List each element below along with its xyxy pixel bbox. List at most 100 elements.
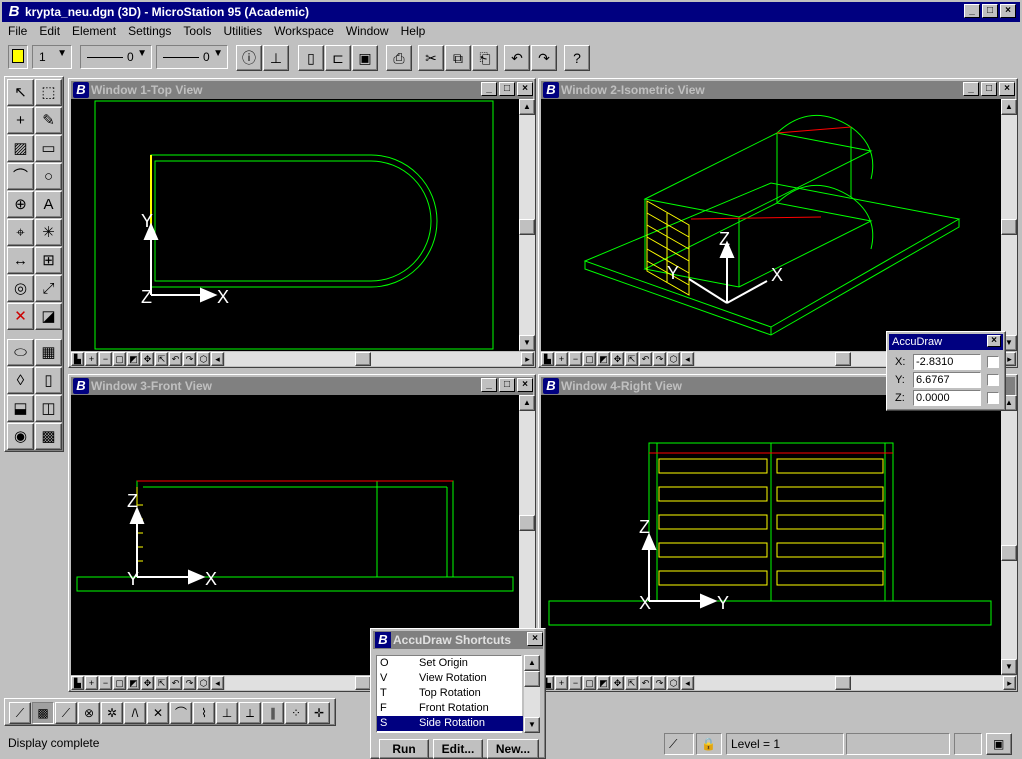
through-point-snap-icon[interactable]: ⁘: [285, 702, 307, 724]
zoom-out-icon[interactable]: −: [99, 676, 112, 690]
active-color-button[interactable]: [8, 45, 28, 69]
maximize-button[interactable]: □: [982, 4, 998, 18]
rotate-view-icon[interactable]: ✥: [611, 352, 624, 366]
revolve-icon[interactable]: ◉: [7, 423, 34, 450]
save-status-icon[interactable]: ▣: [986, 733, 1012, 755]
close-button[interactable]: ×: [527, 632, 543, 646]
parallel-snap-icon[interactable]: ∥: [262, 702, 284, 724]
intersection-snap-icon[interactable]: ✕: [147, 702, 169, 724]
dimension-box-icon[interactable]: ⊞: [35, 247, 62, 274]
nearest-snap-icon[interactable]: ▩: [32, 702, 54, 724]
snap-icon[interactable]: ✎: [35, 107, 62, 134]
delete-icon[interactable]: ✕: [7, 303, 34, 330]
menu-settings[interactable]: Settings: [122, 24, 177, 38]
shell-icon[interactable]: ▩: [35, 423, 62, 450]
new-file-icon[interactable]: ▯: [298, 45, 324, 71]
scroll-thumb[interactable]: [835, 676, 851, 690]
modify-icon[interactable]: ⌖: [7, 219, 34, 246]
list-scrollbar[interactable]: ▲ ▼: [524, 655, 540, 733]
menu-help[interactable]: Help: [395, 24, 432, 38]
level-status[interactable]: Level = 1: [726, 733, 844, 755]
line-style-select[interactable]: 0 ▼: [80, 45, 152, 69]
scroll-thumb[interactable]: [519, 219, 535, 235]
list-item[interactable]: T Top Rotation: [377, 686, 523, 701]
list-item[interactable]: V View Rotation: [377, 671, 523, 686]
view-next-icon[interactable]: ↷: [653, 676, 666, 690]
scroll-thumb[interactable]: [519, 515, 535, 531]
center-snap-icon[interactable]: ⊗: [78, 702, 100, 724]
level-select[interactable]: 1 ▼: [32, 45, 72, 69]
hatch-icon[interactable]: ▨: [7, 135, 34, 162]
zoom-out-icon[interactable]: −: [99, 352, 112, 366]
menu-workspace[interactable]: Workspace: [268, 24, 340, 38]
scroll-right-icon[interactable]: ▸: [1003, 676, 1016, 690]
zoom-in-icon[interactable]: +: [555, 352, 568, 366]
perpendicular-from-snap-icon[interactable]: ⟂: [239, 702, 261, 724]
view-title-bar[interactable]: B Window 3-Front View _ □ ×: [71, 377, 533, 395]
save-icon[interactable]: ▣: [352, 45, 378, 71]
minimize-button[interactable]: _: [481, 378, 497, 392]
scroll-right-icon[interactable]: ▸: [521, 352, 534, 366]
midpoint-snap-icon[interactable]: ⟋: [55, 702, 77, 724]
open-file-icon[interactable]: ⊏: [325, 45, 351, 71]
scroll-left-icon[interactable]: ◂: [681, 352, 694, 366]
close-button[interactable]: ×: [517, 378, 533, 392]
vertical-scrollbar[interactable]: ▲ ▼: [519, 99, 535, 351]
update-view-icon[interactable]: ▙: [541, 352, 554, 366]
window-area-icon[interactable]: ▢: [113, 352, 126, 366]
scroll-thumb[interactable]: [524, 671, 540, 687]
shortcuts-title-bar[interactable]: B AccuDraw Shortcuts ×: [373, 631, 543, 649]
close-button[interactable]: ×: [1000, 4, 1016, 18]
scroll-thumb[interactable]: [1001, 545, 1017, 561]
x-field[interactable]: -2.8310: [913, 354, 981, 370]
menu-edit[interactable]: Edit: [33, 24, 66, 38]
copy-view-icon[interactable]: ⬡: [197, 352, 210, 366]
help-icon[interactable]: ?: [564, 45, 590, 71]
minimize-button[interactable]: _: [964, 4, 980, 18]
tangent-snap-icon[interactable]: ⌒: [170, 702, 192, 724]
arc-icon[interactable]: ⌒: [7, 163, 34, 190]
view-canvas[interactable]: Z X Y: [541, 395, 1001, 675]
pan-view-icon[interactable]: ⇱: [625, 676, 638, 690]
pan-view-icon[interactable]: ⇱: [155, 676, 168, 690]
lock-icon[interactable]: 🔒: [696, 733, 722, 755]
cone-icon[interactable]: ◊: [7, 367, 34, 394]
fillet-icon[interactable]: ◫: [35, 395, 62, 422]
solid-icon[interactable]: ▦: [35, 339, 62, 366]
pan-view-icon[interactable]: ⇱: [625, 352, 638, 366]
update-view-icon[interactable]: ▙: [71, 352, 84, 366]
scroll-up-icon[interactable]: ▲: [519, 395, 535, 411]
view-next-icon[interactable]: ↷: [183, 352, 196, 366]
origin-snap-icon[interactable]: ✲: [101, 702, 123, 724]
scroll-left-icon[interactable]: ◂: [681, 676, 694, 690]
point-icon[interactable]: +: [7, 107, 34, 134]
close-button[interactable]: ×: [987, 335, 1001, 347]
extrude-icon[interactable]: ⬓: [7, 395, 34, 422]
list-item[interactable]: F Front Rotation: [377, 701, 523, 716]
horizontal-scrollbar[interactable]: [225, 352, 521, 366]
rotate-view-icon[interactable]: ✥: [141, 352, 154, 366]
measure-icon[interactable]: ⊥: [263, 45, 289, 71]
bisector-snap-icon[interactable]: /\: [124, 702, 146, 724]
snap-status-icon[interactable]: ⟋: [664, 733, 694, 755]
close-button[interactable]: ×: [999, 82, 1015, 96]
dimension-icon[interactable]: ↔: [7, 247, 34, 274]
update-view-icon[interactable]: ▙: [71, 676, 84, 690]
vertical-scrollbar[interactable]: ▲ ▼: [1001, 395, 1017, 675]
maximize-button[interactable]: □: [499, 82, 515, 96]
slab-icon[interactable]: ⬭: [7, 339, 34, 366]
fit-view-icon[interactable]: ◩: [127, 676, 140, 690]
point-on-snap-icon[interactable]: ✛: [308, 702, 330, 724]
scroll-up-icon[interactable]: ▲: [1001, 99, 1017, 115]
menu-element[interactable]: Element: [66, 24, 122, 38]
horizontal-scrollbar[interactable]: [695, 676, 1003, 690]
scroll-thumb[interactable]: [355, 352, 371, 366]
zoom-in-icon[interactable]: +: [85, 676, 98, 690]
cut-icon[interactable]: ✂: [418, 45, 444, 71]
scroll-left-icon[interactable]: ◂: [211, 352, 224, 366]
rotate-view-icon[interactable]: ✥: [141, 676, 154, 690]
minimize-button[interactable]: _: [481, 82, 497, 96]
zoom-out-icon[interactable]: −: [569, 676, 582, 690]
fence-icon[interactable]: ⬚: [35, 79, 62, 106]
menu-window[interactable]: Window: [340, 24, 395, 38]
